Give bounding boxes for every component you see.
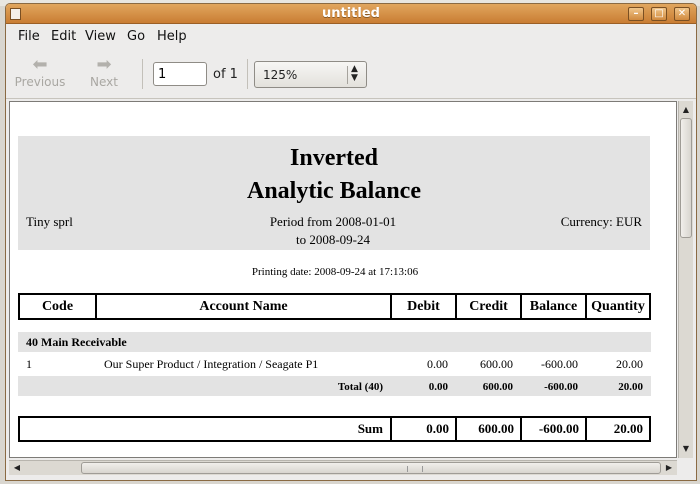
grip-icon [407,466,423,472]
total-label: Total (40) [337,381,383,393]
toolbar-separator [247,59,248,89]
previous-label: Previous [14,75,66,89]
sum-label: Sum [357,421,383,436]
total-quantity: 20.00 [618,381,643,393]
scroll-down-icon[interactable]: ▼ [680,442,692,456]
menu-view[interactable]: View [85,29,116,44]
next-button[interactable]: ➡ Next [74,55,134,95]
row-credit: 600.00 [480,357,513,371]
vertical-scroll-thumb[interactable] [680,118,692,238]
row-debit: 0.00 [427,357,448,371]
scroll-up-icon[interactable]: ▲ [680,103,692,117]
total-row: Total (40) 0.00 600.00 -600.00 20.00 [18,376,651,396]
menu-bar: File Edit View Go Help [6,25,696,47]
column-header-credit: Credit [457,295,522,318]
menu-go[interactable]: Go [127,29,145,44]
column-header-debit: Debit [392,295,457,318]
scroll-right-icon[interactable]: ▶ [663,462,675,474]
toolbar: ⬅ Previous ➡ Next of 1 125% ▲▼ [6,49,696,99]
sum-quantity: 20.00 [613,421,643,436]
pdf-viewer-window: untitled – □ ✕ File Edit View Go Help ⬅ … [5,3,697,481]
sum-row: Sum 0.00 600.00 -600.00 20.00 [18,416,651,442]
report-title: Inverted Analytic Balance [18,142,650,208]
window-title: untitled [322,6,380,21]
sum-credit: 600.00 [478,421,514,436]
page-count-label: of 1 [213,67,238,82]
document-viewport[interactable]: Inverted Analytic Balance Tiny sprl Peri… [9,101,677,458]
row-account-name: Our Super Product / Integration / Seagat… [104,357,319,371]
report-title-line2: Analytic Balance [247,178,421,204]
arrow-left-icon: ⬅ [32,54,48,75]
menu-file[interactable]: File [18,29,40,44]
scroll-left-icon[interactable]: ◀ [11,462,23,474]
menu-edit[interactable]: Edit [51,29,76,44]
minimize-icon[interactable]: – [628,7,644,21]
group-row: 40 Main Receivable [18,332,651,352]
row-quantity: 20.00 [616,357,643,371]
printing-date: Printing date: 2008-09-24 at 17:13:06 [251,266,419,278]
row-code: 1 [26,357,32,371]
arrow-right-icon: ➡ [96,54,112,75]
total-balance: -600.00 [544,381,578,393]
total-credit: 600.00 [482,381,513,393]
table-header: Code Account Name Debit Credit Balance Q… [18,293,651,320]
column-header-quantity: Quantity [591,299,645,314]
total-debit: 0.00 [428,381,448,393]
company-name: Tiny sprl [26,214,73,229]
title-bar[interactable]: untitled – □ ✕ [6,4,696,24]
zoom-divider [347,66,348,84]
report-title-line1: Inverted [290,145,378,171]
vertical-scrollbar[interactable]: ▲ ▼ [678,101,693,458]
horizontal-scroll-thumb[interactable] [81,462,661,474]
table-row: 1 Our Super Product / Integration / Seag… [18,354,651,374]
report-period: Period from 2008-01-01 to 2008-09-24 [218,213,448,249]
column-header-account-name: Account Name [97,295,392,318]
sum-debit: 0.00 [426,421,449,436]
row-balance: -600.00 [541,357,578,371]
page-number-input[interactable] [153,62,207,86]
period-end: to 2008-09-24 [295,232,371,247]
currency-label: Currency: EUR [560,214,642,229]
report-header: Inverted Analytic Balance Tiny sprl Peri… [18,136,650,250]
column-header-balance: Balance [522,295,587,318]
column-header-code: Code [20,295,97,318]
horizontal-scrollbar[interactable]: ◀ ▶ [9,460,677,475]
report-page: Inverted Analytic Balance Tiny sprl Peri… [18,136,652,442]
zoom-value: 125% [263,68,298,82]
next-label: Next [90,75,118,89]
previous-button[interactable]: ⬅ Previous [10,55,70,95]
period-start: Period from 2008-01-01 [269,214,397,229]
zoom-select[interactable]: 125% ▲ ▼ [254,61,367,88]
sum-balance: -600.00 [538,421,579,436]
menu-help[interactable]: Help [157,29,187,44]
close-icon[interactable]: ✕ [674,7,690,21]
toolbar-separator [142,59,143,89]
maximize-icon[interactable]: □ [651,7,667,21]
spin-arrows-icon: ▲ ▼ [351,64,358,83]
